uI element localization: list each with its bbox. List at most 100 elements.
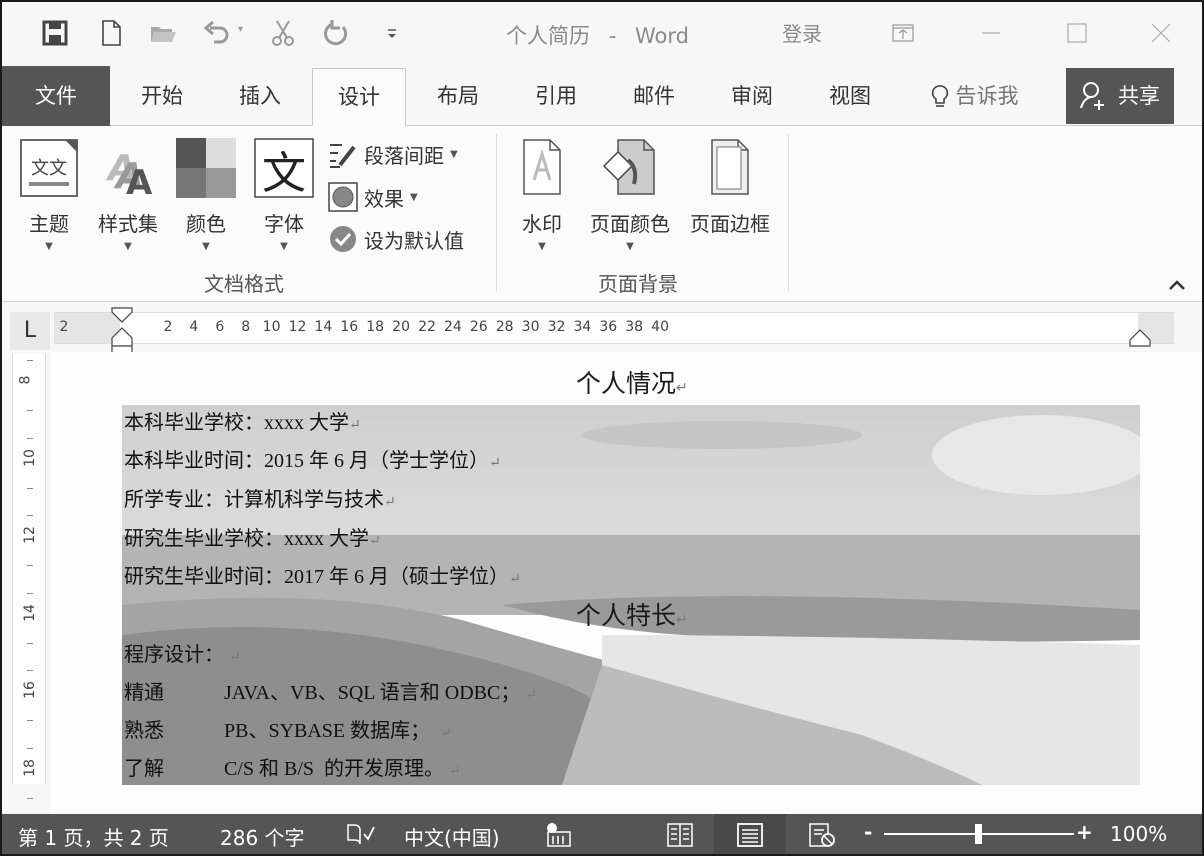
- read-mode-icon[interactable]: [666, 822, 694, 848]
- vertical-ruler-tick: 14: [21, 603, 38, 622]
- ruler-tick: 36: [599, 319, 618, 335]
- style-set-button[interactable]: A A A 样式集 ▼: [92, 138, 164, 252]
- undo-icon[interactable]: [202, 18, 232, 48]
- vertical-ruler-mark: [27, 747, 33, 749]
- ruler-tick: 2: [163, 319, 173, 335]
- heading-personal-info: 个人情况↵: [576, 369, 688, 398]
- language-indicator[interactable]: 中文(中国): [404, 822, 500, 851]
- fonts-dropdown-icon: ▼: [280, 241, 288, 252]
- group-label-document-format: 文档格式: [204, 272, 284, 296]
- page-count[interactable]: 第 1 页，共 2 页: [18, 822, 169, 851]
- open-folder-icon[interactable]: [148, 18, 178, 48]
- tab-references[interactable]: 引用: [510, 66, 602, 126]
- ruler-tick: 18: [366, 319, 385, 335]
- vertical-ruler-mark: [27, 437, 33, 439]
- minimize-icon[interactable]: [976, 18, 1006, 48]
- window-title: 个人简历 - Word: [506, 24, 689, 48]
- chevron-up-icon[interactable]: [1168, 278, 1186, 292]
- horizontal-ruler[interactable]: 2 2 4 6 8 10 12 14 16 18 20 22 24 26 28 30 32 34 36 38 40: [54, 312, 1174, 344]
- colors-button[interactable]: 颜色 ▼: [174, 138, 238, 252]
- vertical-ruler-tick: 16: [21, 681, 38, 699]
- share-button[interactable]: 共享: [1066, 68, 1174, 124]
- lightbulb-icon: [931, 85, 948, 107]
- tab-design[interactable]: 设计: [312, 68, 406, 129]
- web-layout-icon[interactable]: [808, 822, 836, 848]
- svg-text:A: A: [126, 163, 153, 198]
- page-color-icon: [602, 139, 655, 195]
- macro-recording-icon[interactable]: [544, 822, 572, 848]
- close-icon[interactable]: [1146, 18, 1176, 48]
- vertical-ruler-mark: [27, 360, 33, 361]
- new-document-icon[interactable]: [96, 18, 126, 48]
- redo-icon[interactable]: [322, 18, 352, 48]
- vertical-ruler-mark: [27, 797, 33, 799]
- watermark-icon: [523, 139, 561, 195]
- svg-text:文: 文: [262, 148, 306, 198]
- ruler-tick: 38: [625, 319, 644, 335]
- tab-stop-selector[interactable]: L: [10, 312, 50, 350]
- print-layout-icon[interactable]: [736, 822, 764, 848]
- add-user-icon: [1080, 82, 1104, 110]
- ruler-tick: 32: [547, 319, 566, 335]
- education-line: 本科毕业时间：2015 年 6 月（学士学位）↵: [124, 450, 501, 472]
- tab-insert[interactable]: 插入: [214, 66, 306, 126]
- watermark-label: 水印: [522, 212, 562, 236]
- proofing-icon[interactable]: [346, 822, 376, 846]
- vertical-ruler[interactable]: 8 10 12 14 16 18: [12, 354, 46, 799]
- ruler-tick: 16: [340, 319, 359, 335]
- vertical-ruler-mark: [27, 410, 33, 411]
- word-window: ▾ 个人简历 - Word 登录 文件 开始 插入 设计 布局 引用 邮件 审阅…: [2, 2, 1202, 854]
- tab-file[interactable]: 文件: [2, 66, 110, 126]
- effects-label: 效果: [364, 186, 404, 211]
- page-borders-button[interactable]: 页面边框: [686, 138, 774, 237]
- document-page[interactable]: 个人情况↵ 本科毕业学校：xxxx 大学↵ 本科毕业时间：2015 年 6 月（…: [50, 352, 1202, 814]
- login-link[interactable]: 登录: [782, 18, 822, 47]
- undo-dropdown-icon[interactable]: ▾: [238, 24, 243, 35]
- save-icon[interactable]: [40, 18, 70, 48]
- tell-me-search[interactable]: 告诉我: [914, 66, 1034, 126]
- page-color-button[interactable]: 页面颜色 ▼: [586, 138, 674, 252]
- ruler-tick: 8: [241, 319, 251, 335]
- tab-view[interactable]: 视图: [804, 66, 896, 126]
- themes-button[interactable]: 文文 主题 ▼: [16, 138, 82, 252]
- ruler-tick: 6: [215, 319, 225, 335]
- group-label-page-background: 页面背景: [598, 272, 678, 296]
- zoom-in-button[interactable]: +: [1076, 820, 1093, 844]
- education-line: 研究生毕业学校：xxxx 大学↵: [124, 528, 381, 550]
- programming-label-line: 程序设计： ↵: [124, 644, 241, 666]
- word-count[interactable]: 286 个字: [220, 822, 305, 851]
- ruler-tick: 4: [189, 319, 199, 335]
- right-indent-marker[interactable]: [1128, 328, 1152, 348]
- ruler-tick: 2: [59, 319, 69, 335]
- page-borders-label: 页面边框: [690, 212, 770, 236]
- customize-qat-icon[interactable]: [378, 18, 408, 48]
- vertical-ruler-mark: [27, 565, 33, 566]
- tab-review[interactable]: 审阅: [706, 66, 798, 126]
- set-as-default-button[interactable]: 设为默认值: [328, 224, 464, 254]
- svg-text:文文: 文文: [31, 158, 67, 179]
- paragraph-spacing-icon: [330, 143, 356, 168]
- vertical-ruler-tick: 18: [21, 758, 38, 777]
- ribbon-display-options-icon[interactable]: [888, 18, 918, 48]
- fonts-button[interactable]: 文 字体 ▼: [252, 138, 316, 252]
- tab-home[interactable]: 开始: [116, 66, 208, 126]
- tab-mailings[interactable]: 邮件: [608, 66, 700, 126]
- tab-layout[interactable]: 布局: [412, 66, 504, 126]
- zoom-level[interactable]: 100%: [1110, 822, 1167, 846]
- status-bar: 第 1 页，共 2 页 286 个字 中文(中国) - + 100%: [2, 814, 1202, 854]
- education-line: 研究生毕业时间：2017 年 6 月（硕士学位）↵: [124, 566, 521, 588]
- themes-dropdown-icon: ▼: [45, 241, 53, 252]
- watermark-button[interactable]: 水印 ▼: [514, 138, 570, 252]
- paragraph-spacing-button[interactable]: 段落间距 ▼: [328, 140, 458, 169]
- effects-button[interactable]: 效果 ▼: [328, 182, 418, 212]
- cut-icon[interactable]: [268, 18, 298, 48]
- colors-icon: [176, 138, 236, 198]
- group-separator: [788, 134, 789, 292]
- fonts-icon: 文: [254, 138, 314, 199]
- maximize-icon[interactable]: [1062, 18, 1092, 48]
- document-title: 个人简历: [506, 24, 590, 48]
- themes-icon: 文文: [20, 139, 78, 197]
- vertical-ruler-tick: 10: [21, 448, 38, 467]
- zoom-slider-thumb[interactable]: [975, 824, 982, 844]
- zoom-out-button[interactable]: -: [864, 820, 872, 844]
